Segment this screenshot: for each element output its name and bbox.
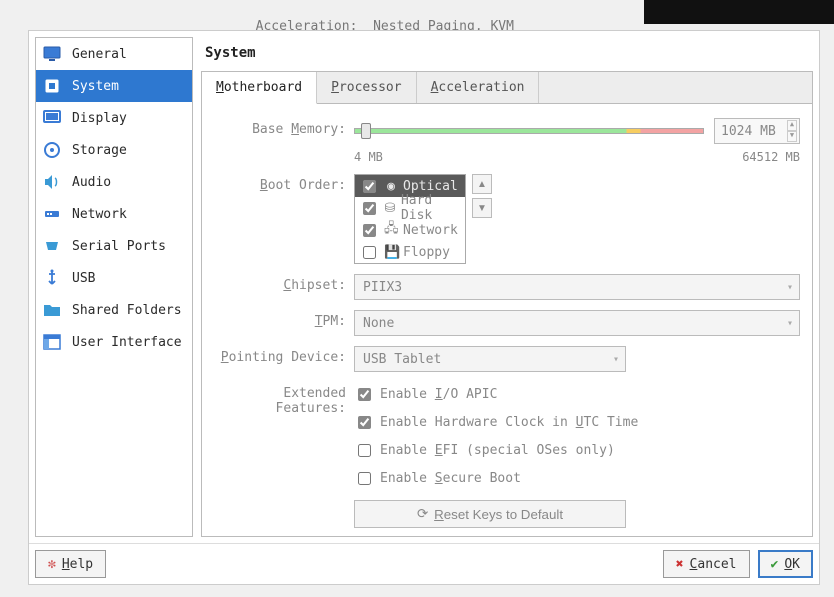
sidebar-item-label: Serial Ports: [72, 239, 166, 254]
boot-floppy-checkbox[interactable]: [363, 246, 376, 259]
slider-thumb[interactable]: [361, 123, 371, 139]
boot-item-label: Network: [403, 223, 458, 238]
chipset-label: Chipset:: [214, 274, 354, 293]
boot-move-up-button[interactable]: ▲: [472, 174, 492, 194]
floppy-icon: 💾: [384, 245, 398, 260]
sidebar-item-network[interactable]: Network: [36, 198, 192, 230]
boot-order-label: Boot Order:: [214, 174, 354, 193]
layout-icon: [42, 332, 62, 352]
memory-max: 64512 MB: [742, 150, 800, 164]
sidebar-item-label: System: [72, 79, 119, 94]
sidebar-item-usb[interactable]: USB: [36, 262, 192, 294]
boot-item-label: Optical: [403, 179, 458, 194]
boot-item-label: Floppy: [403, 245, 450, 260]
refresh-icon: ⟳: [417, 506, 428, 522]
tab-motherboard[interactable]: Motherboard: [202, 72, 317, 104]
sidebar-item-label: General: [72, 47, 127, 62]
tab-processor[interactable]: Processor: [317, 72, 416, 103]
boot-item-network[interactable]: 🖧 Network: [355, 219, 465, 241]
disk-icon: [42, 140, 62, 160]
ok-icon: ✔: [771, 557, 779, 572]
sidebar-item-storage[interactable]: Storage: [36, 134, 192, 166]
feature-utc[interactable]: Enable Hardware Clock in UTC Time: [354, 410, 800, 434]
tab-acceleration[interactable]: Acceleration: [417, 72, 540, 103]
settings-dialog: General System Display Storage: [28, 30, 820, 585]
spin-down-icon[interactable]: ▼: [787, 131, 797, 142]
sidebar-item-general[interactable]: General: [36, 38, 192, 70]
net-icon: 🖧: [384, 219, 398, 241]
boot-network-checkbox[interactable]: [363, 224, 376, 237]
chipset-combo[interactable]: PIIX3: [354, 274, 800, 300]
sidebar-item-label: Audio: [72, 175, 111, 190]
tab-content-motherboard: Base Memory: 1024 MB ▲: [202, 104, 812, 536]
sidebar-item-serial-ports[interactable]: Serial Ports: [36, 230, 192, 262]
sidebar-item-label: USB: [72, 271, 95, 286]
display-icon: [42, 108, 62, 128]
base-memory-label: Base Memory:: [214, 118, 354, 137]
base-memory-slider[interactable]: [354, 125, 704, 137]
sidebar-item-shared-folders[interactable]: Shared Folders: [36, 294, 192, 326]
sidebar-item-label: User Interface: [72, 335, 182, 350]
boot-item-harddisk[interactable]: ⛁ Hard Disk: [355, 197, 465, 219]
usb-icon: [42, 268, 62, 288]
hdd-icon: ⛁: [384, 201, 396, 216]
help-button[interactable]: ✼ Help: [35, 550, 106, 578]
content-area: System Motherboard Processor Acceleratio…: [201, 37, 813, 537]
base-memory-value: 1024 MB: [721, 124, 776, 139]
chip-icon: [42, 76, 62, 96]
sidebar-item-label: Network: [72, 207, 127, 222]
page-title: System: [201, 37, 813, 71]
dialog-footer: ✼ Help ✖ Cancel ✔ OK: [29, 543, 819, 584]
background-terminal: [644, 0, 834, 24]
spin-up-icon[interactable]: ▲: [787, 120, 797, 131]
network-icon: [42, 204, 62, 224]
boot-item-floppy[interactable]: 💾 Floppy: [355, 241, 465, 263]
memory-min: 4 MB: [354, 150, 383, 164]
boot-move-down-button[interactable]: ▼: [472, 198, 492, 218]
boot-order-list[interactable]: ◉ Optical ⛁ Hard Disk: [354, 174, 466, 264]
folder-icon: [42, 300, 62, 320]
pointing-device-combo[interactable]: USB Tablet: [354, 346, 626, 372]
sidebar-item-user-interface[interactable]: User Interface: [36, 326, 192, 358]
efi-checkbox[interactable]: [358, 444, 371, 457]
feature-efi[interactable]: Enable EFI (special OSes only): [354, 438, 800, 462]
boot-harddisk-checkbox[interactable]: [363, 202, 376, 215]
utc-checkbox[interactable]: [358, 416, 371, 429]
tpm-combo[interactable]: None: [354, 310, 800, 336]
speaker-icon: [42, 172, 62, 192]
tab-bar: Motherboard Processor Acceleration: [202, 72, 812, 104]
sidebar-item-display[interactable]: Display: [36, 102, 192, 134]
cancel-icon: ✖: [676, 557, 684, 572]
sidebar-item-system[interactable]: System: [36, 70, 192, 102]
boot-item-label: Hard Disk: [401, 193, 461, 223]
sidebar-item-label: Storage: [72, 143, 127, 158]
ok-button[interactable]: ✔ OK: [758, 550, 813, 578]
cd-icon: ◉: [384, 179, 398, 194]
sidebar-item-label: Display: [72, 111, 127, 126]
cancel-button[interactable]: ✖ Cancel: [663, 550, 750, 578]
monitor-icon: [42, 44, 62, 64]
pointing-device-label: Pointing Device:: [214, 346, 354, 365]
sidebar-item-label: Shared Folders: [72, 303, 182, 318]
reset-keys-button[interactable]: ⟳ Reset Keys to Default: [354, 500, 626, 528]
serial-icon: [42, 236, 62, 256]
base-memory-spinbox[interactable]: 1024 MB ▲ ▼: [714, 118, 800, 144]
feature-ioapic[interactable]: Enable I/O APIC: [354, 382, 800, 406]
boot-optical-checkbox[interactable]: [363, 180, 376, 193]
category-sidebar: General System Display Storage: [35, 37, 193, 537]
tpm-label: TPM:: [214, 310, 354, 329]
secureboot-checkbox[interactable]: [358, 472, 371, 485]
ioapic-checkbox[interactable]: [358, 388, 371, 401]
tab-container: Motherboard Processor Acceleration Base …: [201, 71, 813, 537]
feature-secureboot[interactable]: Enable Secure Boot: [354, 466, 800, 490]
extended-features-label: Extended Features:: [214, 382, 354, 416]
help-icon: ✼: [48, 557, 56, 572]
sidebar-item-audio[interactable]: Audio: [36, 166, 192, 198]
